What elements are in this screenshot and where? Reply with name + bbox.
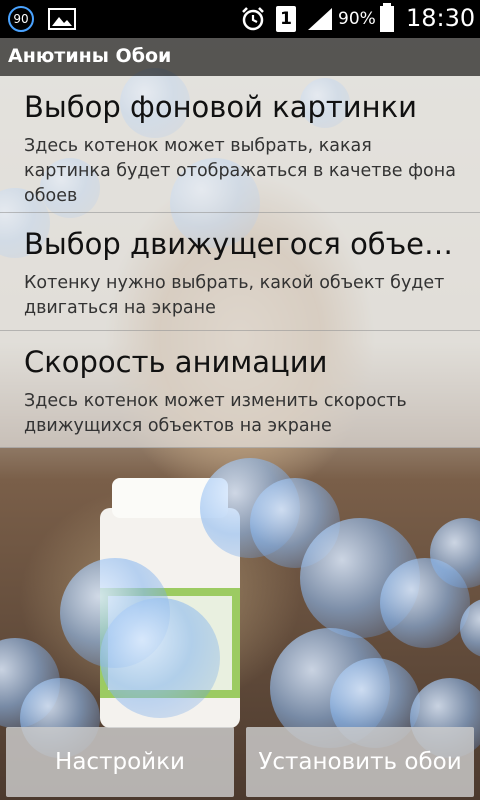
status-bar: 90 1 90% 18:30 [0,0,480,38]
pref-summary: Здесь котенок может выбрать, какая карти… [24,136,456,206]
pref-title: Выбор движущегося объе… [24,227,454,261]
pref-title: Скорость анимации [24,345,328,379]
pref-summary: Здесь котенок может изменить скорость дв… [24,391,407,436]
battery-percent: 90% [338,9,376,29]
sim-icon: 1 [276,6,296,32]
battery-icon [380,3,394,32]
notification-badge: 90 [8,6,34,32]
pref-title: Выбор фоновой картинки [24,90,417,124]
pref-summary: Котенку нужно выбрать, какой объект буде… [24,273,445,318]
settings-button[interactable]: Настройки [6,727,234,797]
pref-background-picture[interactable]: Выбор фоновой картинки Здесь котенок мож… [0,76,480,213]
alarm-clock-icon [242,7,264,31]
pref-moving-object[interactable]: Выбор движущегося объе… Котенку нужно вы… [0,213,480,331]
app-bar: Анютины Обои [0,38,480,76]
app-title: Анютины Обои [8,45,172,67]
pref-animation-speed[interactable]: Скорость анимации Здесь котенок может из… [0,331,480,448]
signal-icon [308,8,332,30]
bubble [100,598,220,718]
set-wallpaper-button[interactable]: Установить обои [246,727,474,797]
image-icon [48,8,76,30]
clock: 18:30 [406,4,476,32]
preference-list: Выбор фоновой картинки Здесь котенок мож… [0,76,480,448]
